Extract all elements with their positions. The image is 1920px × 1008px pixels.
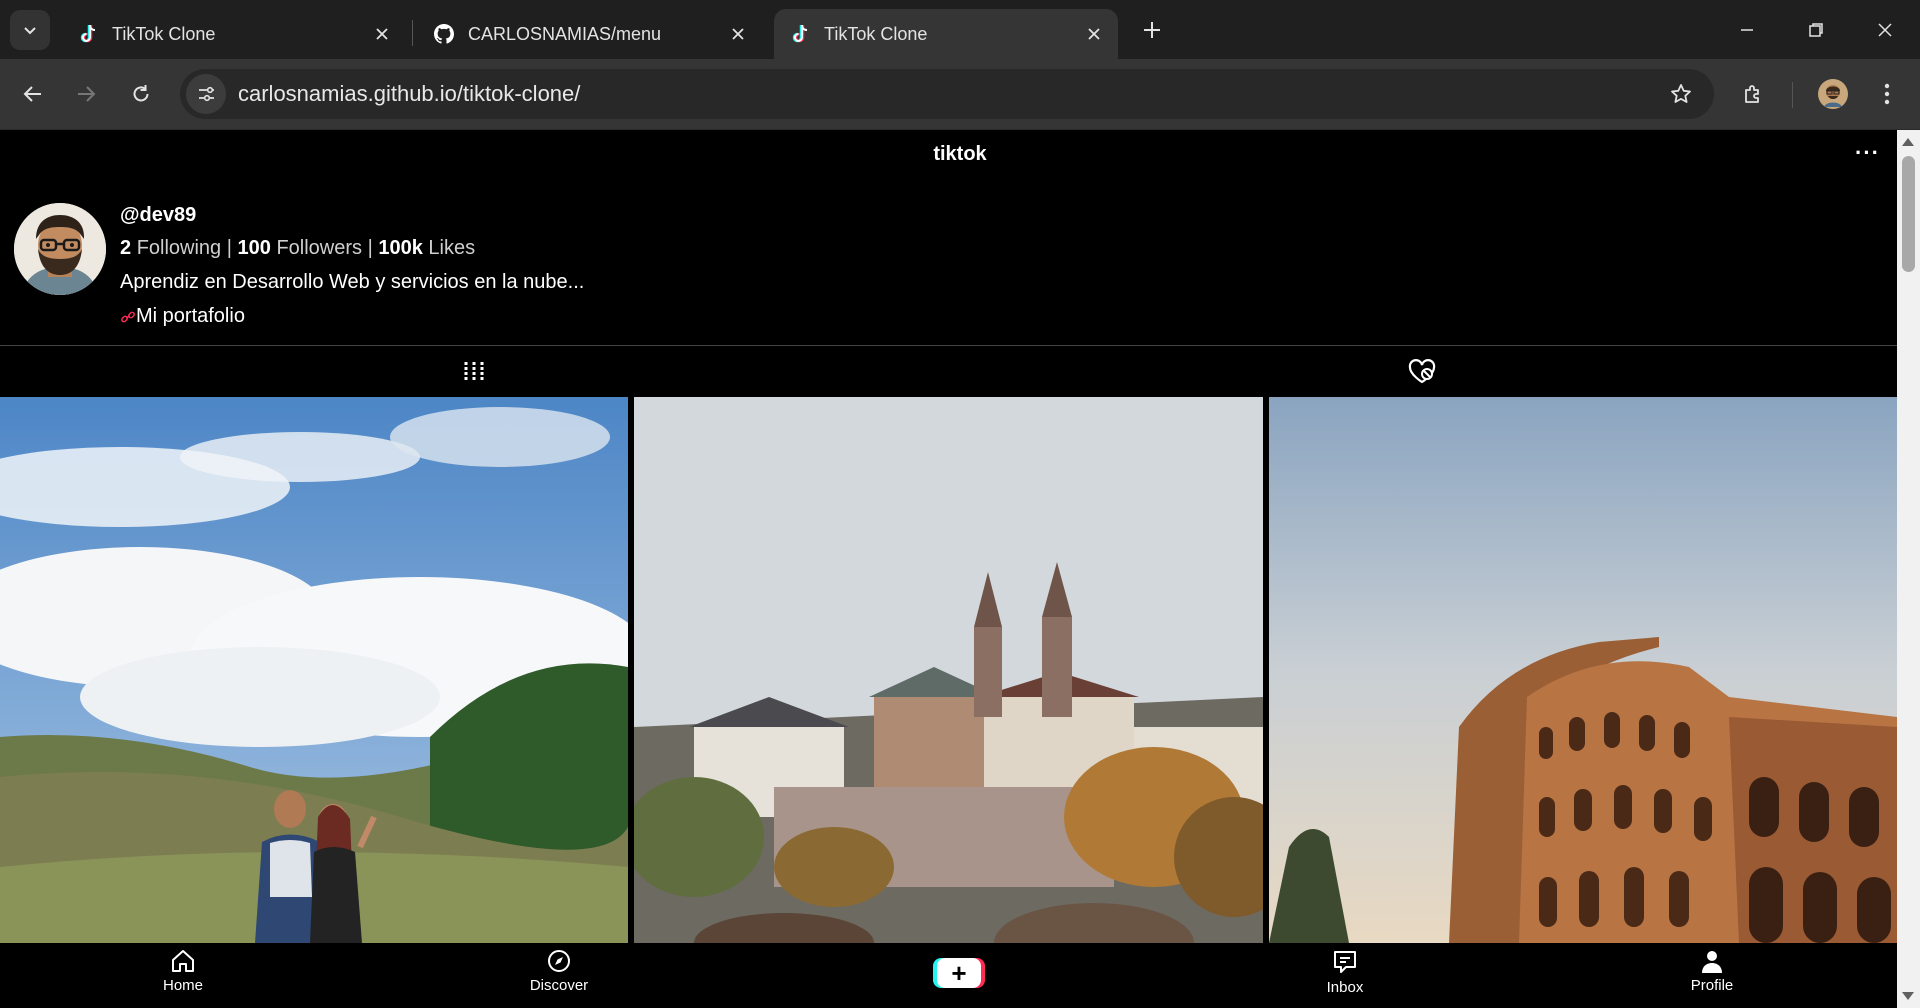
portfolio-link[interactable]: Mi portafolio (120, 305, 245, 328)
following-count: 2 (120, 237, 132, 259)
likes-label: Likes (428, 237, 476, 259)
minimize-icon (1741, 29, 1753, 31)
portfolio-link-label: Mi portafolio (136, 305, 245, 327)
nav-home-label: Home (162, 977, 203, 994)
avatar (1818, 79, 1848, 109)
following-label: Following (136, 237, 222, 259)
followers-count: 100 (237, 237, 271, 259)
close-tab-icon[interactable] (1080, 20, 1108, 48)
forward-button[interactable] (67, 75, 105, 113)
colosseum-photo (1269, 397, 1897, 943)
profile-avatar-button[interactable] (1814, 75, 1852, 113)
link-icon (121, 311, 135, 322)
kebab-menu-icon (1884, 83, 1890, 105)
close-icon (1878, 23, 1892, 37)
arrow-left-icon (23, 86, 41, 102)
url-text: carlosnamias.github.io/tiktok-clone/ (238, 81, 581, 106)
scroll-down-arrow-icon[interactable] (1902, 992, 1914, 1000)
tab-title: CARLOSNAMIAS/menu (468, 23, 662, 44)
video-thumbnail[interactable] (0, 397, 628, 943)
tab-videos[interactable] (0, 346, 948, 398)
profile-tabs (0, 345, 1897, 397)
tab-search-button[interactable] (10, 10, 50, 50)
avatar[interactable] (14, 203, 106, 295)
nav-profile[interactable]: Profile (1652, 949, 1772, 994)
reload-button[interactable] (122, 75, 160, 113)
tiktok-icon (790, 24, 810, 44)
chevron-down-icon (24, 27, 36, 35)
close-window-button[interactable] (1862, 10, 1908, 50)
browser-menu-button[interactable] (1868, 75, 1906, 113)
nav-inbox[interactable]: Inbox (1285, 949, 1405, 996)
app-header: tiktok ··· (0, 130, 1897, 178)
profile-stats: 2 Following | 100 Followers | 100k Likes (120, 237, 475, 260)
home-icon (172, 950, 194, 972)
minimize-button[interactable] (1724, 10, 1770, 50)
more-options-button[interactable]: ··· (1855, 140, 1880, 166)
profile-bio: Aprendiz en Desarrollo Web y servicios e… (120, 271, 585, 293)
profile-username: @dev89 (120, 204, 197, 226)
site-info-icon[interactable] (186, 74, 226, 114)
browser-tab-tiktok-active[interactable]: TikTok Clone (774, 9, 1118, 59)
plus-icon (1144, 22, 1160, 38)
inbox-message-icon (1334, 951, 1356, 973)
toolbar-divider (1792, 82, 1793, 108)
compass-icon (548, 950, 570, 972)
browser-tab-strip: TikTok Clone CARLOSNAMIAS/menu TikTok Cl… (0, 0, 1920, 59)
browser-toolbar: carlosnamias.github.io/tiktok-clone/ (0, 59, 1920, 130)
back-button[interactable] (14, 75, 52, 113)
videos-grid-icon (464, 362, 484, 382)
close-tab-icon[interactable] (368, 20, 396, 48)
arrow-right-icon (78, 86, 96, 102)
create-video-button[interactable]: + (937, 958, 981, 988)
nav-profile-label: Profile (1690, 977, 1734, 994)
cathedral-photo (634, 397, 1263, 943)
landscape-couple-photo (0, 397, 628, 943)
close-tab-icon[interactable] (724, 20, 752, 48)
extensions-button[interactable] (1734, 75, 1772, 113)
profile-header: @dev89 2 Following | 100 Followers | 100… (0, 178, 1897, 328)
video-grid (0, 397, 1897, 943)
new-tab-button[interactable] (1136, 14, 1168, 46)
person-icon (1702, 951, 1722, 973)
nav-inbox-label: Inbox (1326, 979, 1364, 996)
likes-count: 100k (378, 237, 423, 259)
browser-tab-tiktok-1[interactable]: TikTok Clone (62, 9, 406, 59)
puzzle-icon (1745, 85, 1759, 103)
brand-title: tiktok (933, 143, 987, 165)
tab-divider (412, 20, 413, 46)
browser-tab-github[interactable]: CARLOSNAMIAS/menu (418, 9, 762, 59)
tiktok-icon (78, 24, 98, 44)
restore-icon (1809, 23, 1823, 37)
github-icon (434, 24, 454, 44)
bookmark-star-icon[interactable] (1666, 79, 1696, 109)
tab-title: TikTok Clone (824, 23, 928, 44)
address-bar[interactable]: carlosnamias.github.io/tiktok-clone/ (180, 69, 1714, 119)
tiktok-clone-page: tiktok ··· @dev89 2 Following | 100 Foll… (0, 130, 1897, 1008)
scroll-up-arrow-icon[interactable] (1902, 138, 1914, 146)
nav-home[interactable]: Home (123, 949, 243, 994)
nav-discover[interactable]: Discover (499, 949, 619, 994)
page-scrollbar[interactable] (1897, 130, 1920, 1008)
restore-button[interactable] (1793, 10, 1839, 50)
tab-title: TikTok Clone (112, 23, 216, 44)
nav-discover-label: Discover (529, 977, 589, 994)
video-thumbnail[interactable] (1269, 397, 1897, 943)
reload-icon (133, 85, 149, 102)
scrollbar-thumb[interactable] (1902, 156, 1915, 272)
video-thumbnail[interactable] (634, 397, 1263, 943)
liked-heart-icon (1408, 359, 1436, 384)
tab-liked[interactable] (948, 346, 1896, 398)
stats-separator: | (367, 237, 373, 259)
stats-separator: | (226, 237, 232, 259)
followers-label: Followers (276, 237, 363, 259)
bottom-navigation: Home Discover + Inbox Profile (0, 943, 1897, 1008)
